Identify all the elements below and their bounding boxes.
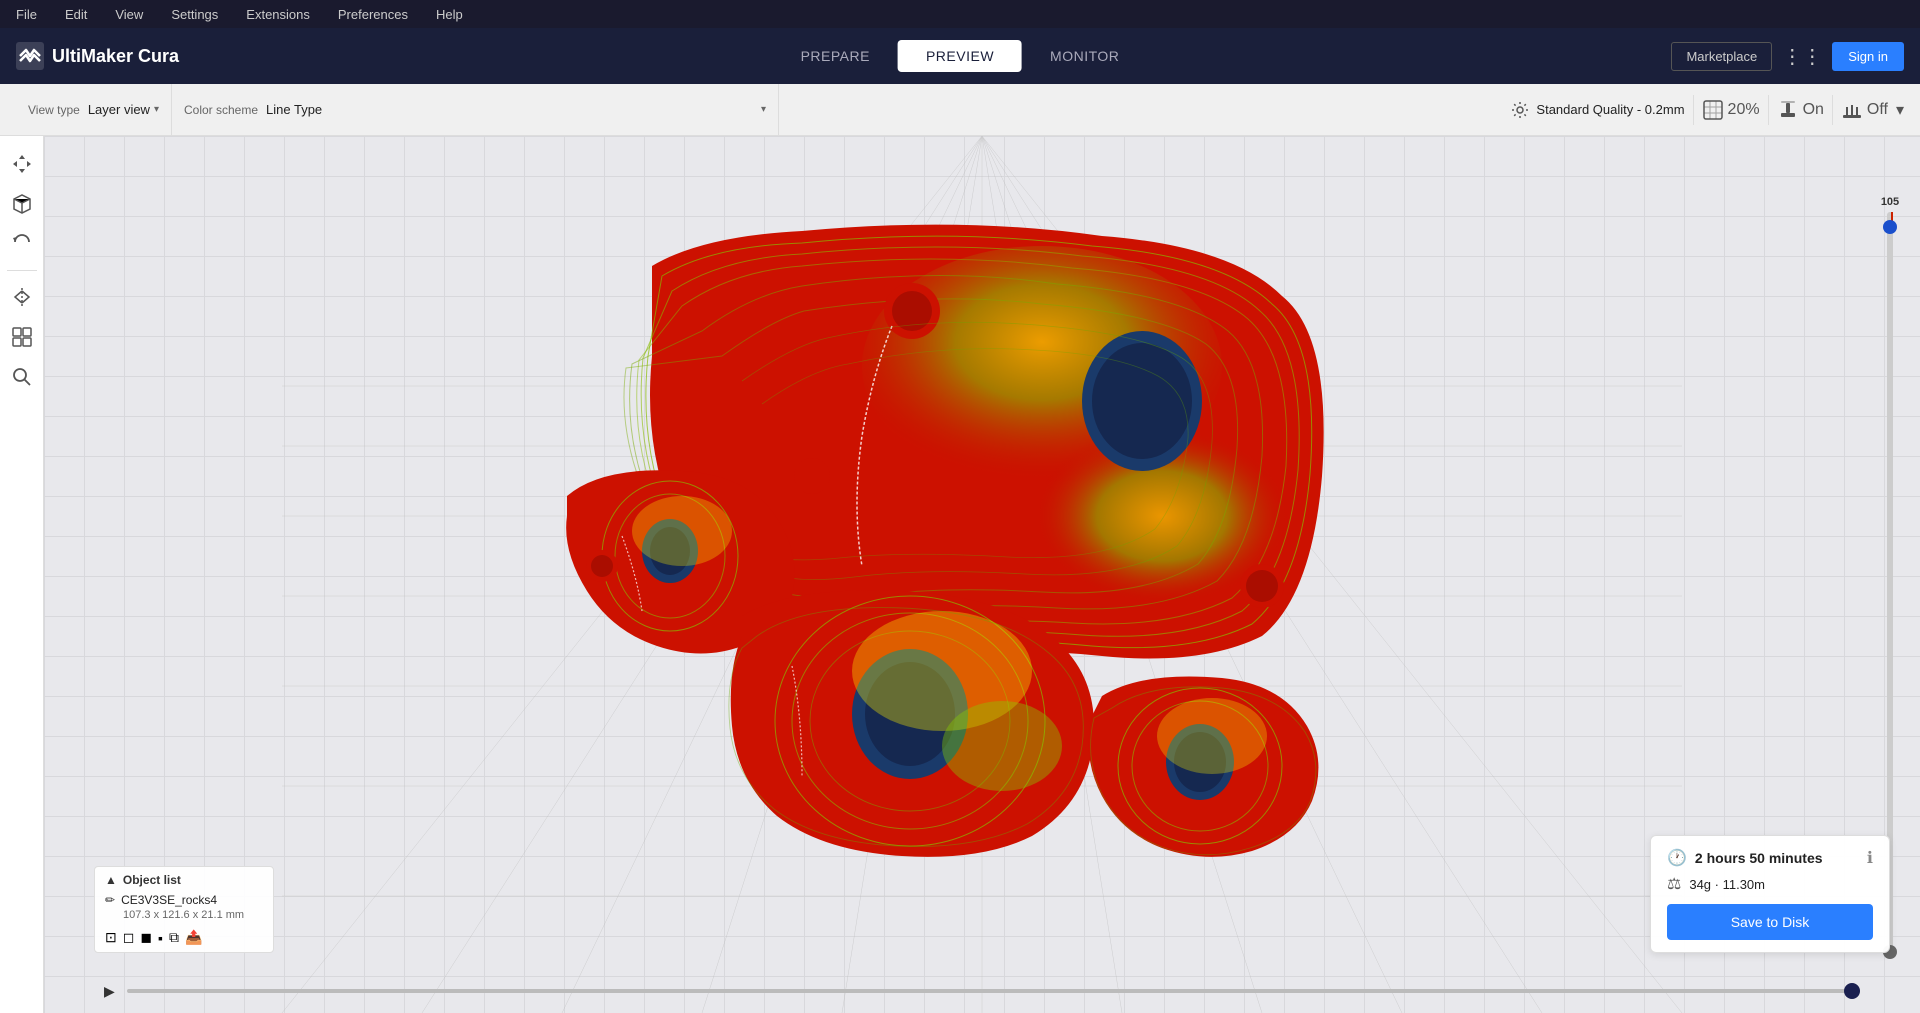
object-list-panel: ▲ Object list ✏ CE3V3SE_rocks4 107.3 x 1… (94, 866, 274, 953)
layer-slider-thumb-top[interactable] (1883, 220, 1897, 234)
nav-center: PREPARE PREVIEW MONITOR (773, 40, 1148, 72)
print-info-panel: 🕐 2 hours 50 minutes ℹ ⚖ 34g · 11.30m Sa… (1650, 835, 1890, 953)
toolbar-right: Standard Quality - 0.2mm 20% On (1510, 95, 1904, 125)
group-icon (11, 326, 33, 348)
nav-monitor[interactable]: MONITOR (1022, 40, 1147, 72)
weight-icon: ⚖ (1667, 874, 1681, 894)
model-small-piece-br (1089, 676, 1319, 856)
logo-icon (16, 42, 44, 70)
print-info-button[interactable]: ℹ (1867, 848, 1873, 868)
play-button[interactable]: ▶ (104, 983, 115, 1000)
expand-icon: ▾ (1896, 100, 1904, 120)
search-icon (11, 366, 33, 388)
obj-tool-6[interactable]: 📤 (185, 929, 202, 946)
marketplace-button[interactable]: Marketplace (1671, 42, 1772, 71)
layer-max-value: 105 (1881, 196, 1899, 208)
support-value: On (1803, 101, 1824, 119)
quality-settings-icon (1510, 100, 1530, 120)
mirror-icon (11, 286, 33, 308)
timeline-track[interactable] (127, 989, 1860, 993)
object-list-collapse-icon: ▲ (105, 873, 117, 887)
timeline-bar: ▶ (104, 979, 1860, 1003)
view3d-tool-button[interactable] (4, 186, 40, 222)
nav-preview[interactable]: PREVIEW (898, 40, 1022, 72)
menu-edit[interactable]: Edit (59, 5, 93, 24)
print-time-row: 🕐 2 hours 50 minutes ℹ (1667, 848, 1873, 868)
expand-button[interactable]: ▾ (1896, 100, 1904, 120)
print-material-row: ⚖ 34g · 11.30m (1667, 874, 1873, 894)
quality-label: Standard Quality - 0.2mm (1536, 102, 1684, 117)
main-area: 105 ▶ ▲ Object list ✏ CE3V3SE_rocks4 (0, 136, 1920, 1013)
infill-value: 20% (1728, 101, 1760, 119)
logo-text: UltiMaker Cura (52, 46, 179, 67)
object-name: CE3V3SE_rocks4 (121, 893, 217, 907)
color-scheme-dropdown[interactable]: Line Type ▾ (266, 102, 766, 117)
support-button[interactable]: On (1777, 99, 1824, 121)
infill-icon (1702, 99, 1724, 121)
object-list-title: Object list (123, 873, 181, 887)
object-list-header[interactable]: ▲ Object list (105, 873, 263, 887)
print-time-value: 2 hours 50 minutes (1695, 850, 1823, 866)
toolbar-bar: View type Layer view ▾ Color scheme Line… (0, 84, 1920, 136)
object-list-item[interactable]: ✏ CE3V3SE_rocks4 (105, 891, 263, 909)
undo-icon (11, 233, 33, 255)
left-toolbar-divider (7, 270, 37, 271)
apps-grid-icon[interactable]: ⋮⋮ (1782, 44, 1822, 69)
nav-prepare[interactable]: PREPARE (773, 40, 898, 72)
color-scheme-label: Color scheme (184, 103, 258, 117)
model-svg (44, 136, 1920, 1013)
view3d-icon (11, 193, 33, 215)
timeline-thumb[interactable] (1844, 983, 1860, 999)
view-type-value: Layer view (88, 102, 150, 117)
left-toolbar (0, 136, 44, 1013)
edit-icon: ✏ (105, 893, 115, 907)
adhesion-icon (1841, 99, 1863, 121)
menu-help[interactable]: Help (430, 5, 469, 24)
save-to-disk-button[interactable]: Save to Disk (1667, 904, 1873, 940)
adhesion-value: Off (1867, 101, 1888, 119)
menu-bar: File Edit View Settings Extensions Prefe… (0, 0, 1920, 28)
obj-tool-2[interactable]: ◻ (123, 929, 135, 946)
menu-settings[interactable]: Settings (165, 5, 224, 24)
support-icon (1777, 99, 1799, 121)
object-tools: ⊡ ◻ ◼ ▪ ⧉ 📤 (105, 929, 263, 946)
group-tool-button[interactable] (4, 319, 40, 355)
mirror-tool-button[interactable] (4, 279, 40, 315)
header: UltiMaker Cura PREPARE PREVIEW MONITOR M… (0, 28, 1920, 84)
menu-view[interactable]: View (109, 5, 149, 24)
color-scheme-value: Line Type (266, 102, 322, 117)
view-type-section: View type Layer view ▾ (16, 84, 172, 135)
view-type-dropdown[interactable]: Layer view ▾ (88, 102, 159, 117)
obj-tool-3[interactable]: ◼ (140, 929, 152, 946)
print-material-value: 34g · 11.30m (1689, 877, 1765, 892)
infill-button[interactable]: 20% (1702, 99, 1760, 121)
move-tool-button[interactable] (4, 146, 40, 182)
menu-preferences[interactable]: Preferences (332, 5, 414, 24)
quality-settings-button[interactable]: Standard Quality - 0.2mm (1510, 100, 1684, 120)
color-scheme-section: Color scheme Line Type ▾ (172, 84, 779, 135)
obj-tool-1[interactable]: ⊡ (105, 929, 117, 946)
menu-extensions[interactable]: Extensions (240, 5, 316, 24)
obj-tool-4[interactable]: ▪ (158, 929, 163, 946)
object-dimensions: 107.3 x 121.6 x 21.1 mm (105, 909, 263, 921)
logo: UltiMaker Cura (16, 42, 179, 70)
signin-button[interactable]: Sign in (1832, 42, 1904, 71)
color-scheme-chevron: ▾ (761, 104, 766, 115)
clock-icon: 🕐 (1667, 848, 1687, 868)
adhesion-button[interactable]: Off (1841, 99, 1888, 121)
model-medium-piece-bc (729, 590, 1094, 857)
search-tool-button[interactable] (4, 359, 40, 395)
move-icon (11, 153, 33, 175)
undo-tool-button[interactable] (4, 226, 40, 262)
obj-tool-5[interactable]: ⧉ (169, 929, 179, 946)
view-type-label: View type (28, 103, 80, 117)
header-right: Marketplace ⋮⋮ Sign in (1671, 42, 1904, 71)
menu-file[interactable]: File (10, 5, 43, 24)
viewport[interactable]: 105 ▶ ▲ Object list ✏ CE3V3SE_rocks4 (44, 136, 1920, 1013)
view-type-chevron: ▾ (154, 104, 159, 115)
